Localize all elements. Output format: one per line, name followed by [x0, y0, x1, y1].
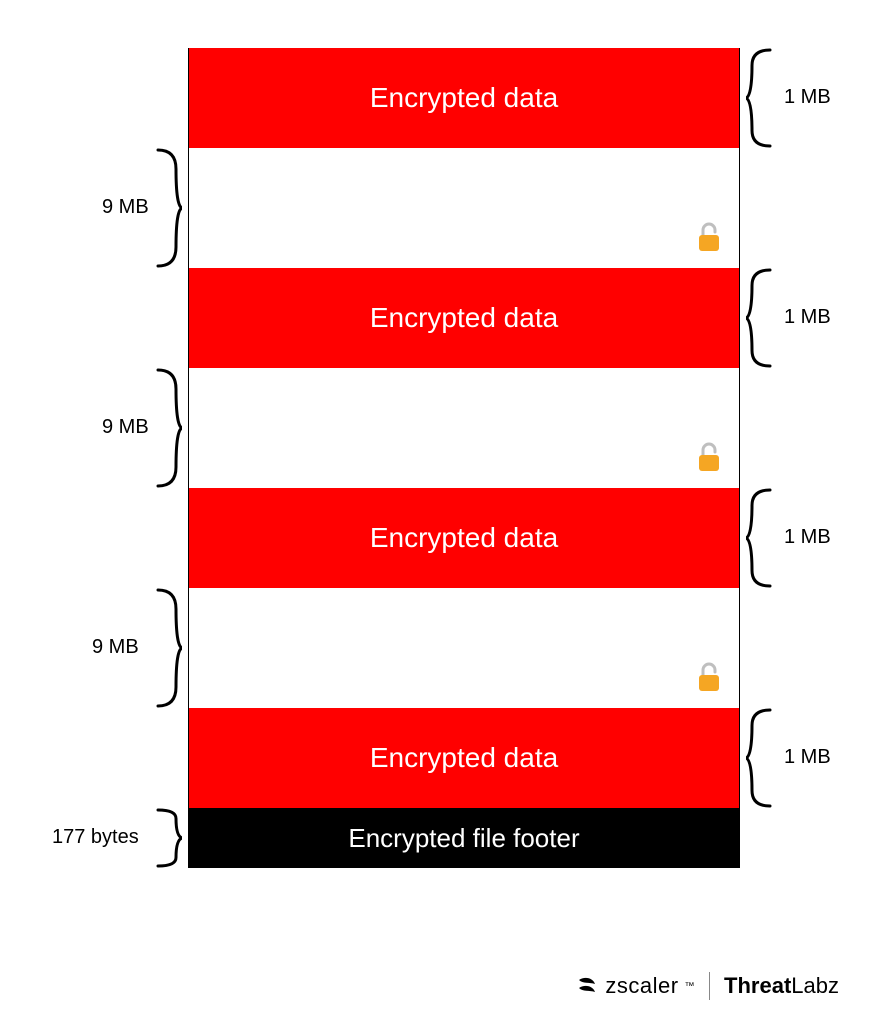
size-label: 9 MB	[92, 636, 139, 659]
encrypted-data-block: Encrypted data	[189, 48, 739, 148]
unlocked-padlock-icon	[695, 441, 723, 480]
size-brace	[746, 488, 774, 588]
unencrypted-gap-block	[189, 368, 739, 488]
size-brace	[154, 368, 182, 488]
brand-threatlabz-bold: Threat	[724, 973, 791, 998]
size-label: 1 MB	[784, 746, 831, 769]
encrypted-data-block: Encrypted data	[189, 708, 739, 808]
brand-zscaler: zscaler ™	[575, 973, 695, 999]
size-brace	[746, 268, 774, 368]
size-brace	[746, 48, 774, 148]
block-label: Encrypted data	[370, 522, 558, 554]
size-brace	[154, 808, 182, 868]
size-label: 1 MB	[784, 86, 831, 109]
size-label: 177 bytes	[52, 826, 139, 849]
size-label: 1 MB	[784, 306, 831, 329]
logo-divider	[709, 972, 710, 1000]
size-brace	[154, 148, 182, 268]
block-label: Encrypted file footer	[348, 823, 579, 854]
block-label: Encrypted data	[370, 742, 558, 774]
trademark-symbol: ™	[685, 981, 696, 992]
block-label: Encrypted data	[370, 302, 558, 334]
encrypted-data-block: Encrypted data	[189, 268, 739, 368]
size-label: 1 MB	[784, 526, 831, 549]
brand-threatlabz: ThreatLabz	[724, 973, 839, 999]
file-layout-stack: Encrypted data Encrypted data Encrypted …	[188, 48, 740, 868]
unencrypted-gap-block	[189, 148, 739, 268]
encrypted-data-block: Encrypted data	[189, 488, 739, 588]
unlocked-padlock-icon	[695, 661, 723, 700]
size-label: 9 MB	[102, 196, 149, 219]
brand-threatlabz-light: Labz	[791, 973, 839, 998]
size-brace	[746, 708, 774, 808]
zscaler-icon	[575, 974, 599, 998]
file-footer-block: Encrypted file footer	[189, 808, 739, 868]
unencrypted-gap-block	[189, 588, 739, 708]
footer-logo: zscaler ™ ThreatLabz	[575, 972, 839, 1000]
unlocked-padlock-icon	[695, 221, 723, 260]
brand-zscaler-text: zscaler	[605, 973, 678, 999]
block-label: Encrypted data	[370, 82, 558, 114]
size-label: 9 MB	[102, 416, 149, 439]
size-brace	[154, 588, 182, 708]
